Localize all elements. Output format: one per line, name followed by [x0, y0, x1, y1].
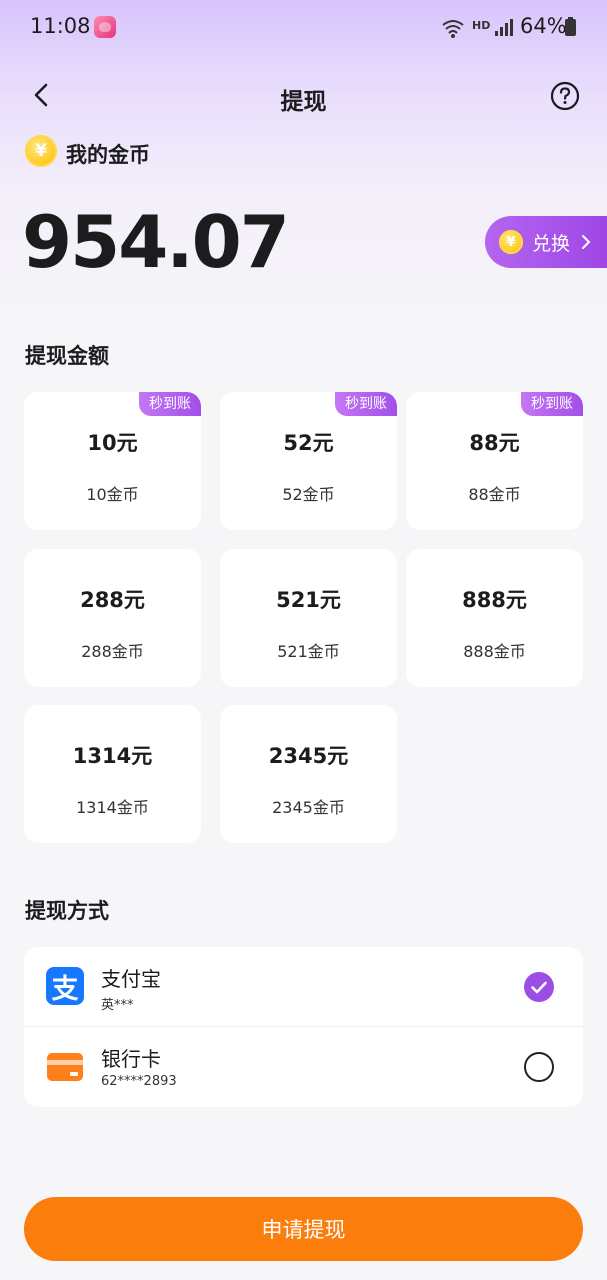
amount-yuan: 288元: [80, 588, 145, 612]
payment-account: 62****2893: [101, 1074, 177, 1089]
gold-coin-icon: ¥: [25, 135, 57, 167]
payment-method-alipay[interactable]: 支 支付宝 英***: [24, 947, 583, 1027]
radio-selected-icon[interactable]: [524, 972, 554, 1002]
battery-icon: [565, 17, 576, 36]
withdraw-method-title: 提现方式: [25, 899, 109, 923]
gold-coin-icon: ¥: [499, 230, 523, 254]
bank-card-icon: [47, 1053, 83, 1081]
amount-option-888[interactable]: 888元 888金币: [406, 549, 583, 687]
submit-withdraw-button[interactable]: 申请提现: [24, 1197, 583, 1261]
amount-yuan: 521元: [276, 588, 341, 612]
amount-option-288[interactable]: 288元 288金币: [24, 549, 201, 687]
amount-yuan: 52元: [283, 431, 334, 455]
status-time: 11:08: [30, 14, 91, 38]
page-title: 提现: [280, 89, 327, 115]
payment-method-name: 支付宝: [101, 967, 161, 991]
amount-coins: 52金币: [282, 485, 335, 504]
amount-coins: 88金币: [468, 485, 521, 504]
amount-coins: 888金币: [463, 642, 526, 661]
amount-coins: 2345金币: [272, 798, 345, 817]
instant-arrival-badge: 秒到账: [335, 392, 397, 416]
amount-option-52[interactable]: 秒到账 52元 52金币: [220, 392, 397, 530]
coin-balance-amount: 954.07: [22, 200, 290, 284]
radio-unselected-icon[interactable]: [524, 1052, 554, 1082]
amount-coins: 10金币: [86, 485, 139, 504]
amount-option-1314[interactable]: 1314元 1314金币: [24, 705, 201, 843]
chevron-right-icon: [582, 235, 591, 249]
amount-option-521[interactable]: 521元 521金币: [220, 549, 397, 687]
amount-yuan: 88元: [469, 431, 520, 455]
amount-yuan: 2345元: [268, 744, 349, 768]
amount-option-2345[interactable]: 2345元 2345金币: [220, 705, 397, 843]
withdraw-amount-title: 提现金额: [25, 344, 109, 368]
amount-coins: 1314金币: [76, 798, 149, 817]
coin-balance-label: 我的金币: [66, 143, 150, 167]
payment-account: 英***: [101, 998, 134, 1013]
signal-icon: [495, 19, 513, 36]
payment-method-list: 支 支付宝 英*** 银行卡 62****2893: [24, 947, 583, 1107]
instant-arrival-badge: 秒到账: [521, 392, 583, 416]
amount-yuan: 888元: [462, 588, 527, 612]
battery-percentage: 64%: [520, 14, 567, 38]
wifi-icon: [442, 20, 464, 38]
exchange-button[interactable]: ¥ 兑换: [485, 216, 607, 268]
payment-method-name: 银行卡: [101, 1047, 161, 1071]
amount-option-88[interactable]: 秒到账 88元 88金币: [406, 392, 583, 530]
payment-method-bank-card[interactable]: 银行卡 62****2893: [24, 1027, 583, 1107]
instant-arrival-badge: 秒到账: [139, 392, 201, 416]
check-icon: [531, 981, 547, 994]
amount-yuan: 10元: [87, 431, 138, 455]
alipay-icon: 支: [46, 967, 84, 1005]
amount-yuan: 1314元: [72, 744, 153, 768]
help-icon[interactable]: [550, 81, 580, 111]
amount-option-10[interactable]: 秒到账 10元 10金币: [24, 392, 201, 530]
amount-coins: 288金币: [81, 642, 144, 661]
exchange-label: 兑换: [532, 232, 571, 255]
amount-coins: 521金币: [277, 642, 340, 661]
network-hd-label: HD: [472, 19, 491, 32]
notification-app-icon: [94, 16, 116, 38]
